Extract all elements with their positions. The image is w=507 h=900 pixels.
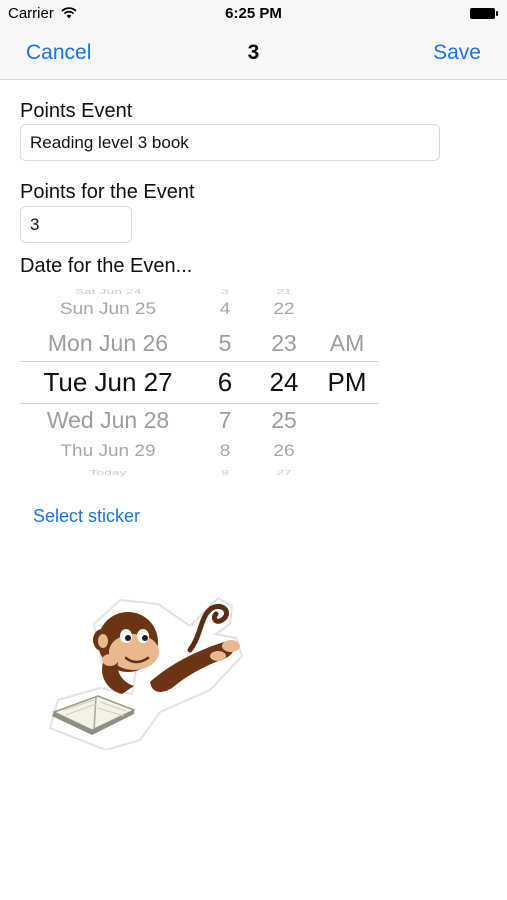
navigation-bar: Cancel 3 Save (0, 28, 507, 80)
picker-date-item[interactable]: Sat Jun 24 (20, 287, 196, 296)
select-sticker-button[interactable]: Select sticker (33, 506, 140, 527)
picker-hour-item[interactable]: 8 (206, 443, 244, 462)
picker-ampm-column[interactable]: AM PM (320, 286, 374, 478)
points-label: Points for the Event (20, 181, 195, 203)
picker-minute-item[interactable]: 22 (262, 301, 306, 320)
picker-date-item[interactable]: Thu Jun 29 (20, 443, 196, 462)
picker-minute-item[interactable]: 26 (262, 443, 306, 462)
picker-date-item[interactable]: Sun Jun 25 (20, 301, 196, 320)
date-label: Date for the Even... (20, 255, 193, 277)
date-time-picker[interactable]: Sat Jun 24 Sun Jun 25 Mon Jun 26 Tue Jun… (20, 286, 380, 478)
battery-icon (470, 8, 498, 19)
points-event-field[interactable]: Reading level 3 book (20, 124, 440, 161)
picker-date-item[interactable]: Mon Jun 26 (20, 330, 196, 357)
status-bar: Carrier 6:25 PM (0, 0, 507, 28)
picker-date-column[interactable]: Sat Jun 24 Sun Jun 25 Mon Jun 26 Tue Jun… (20, 286, 196, 478)
picker-minute-selected[interactable]: 24 (262, 367, 306, 398)
picker-hour-selected[interactable]: 6 (206, 367, 244, 398)
nav-title: 3 (247, 41, 260, 64)
picker-minute-item[interactable]: 23 (262, 330, 306, 357)
picker-hour-item[interactable]: 7 (206, 407, 244, 434)
status-time: 6:25 PM (225, 5, 282, 22)
picker-ampm-selected[interactable]: PM (320, 367, 374, 398)
picker-minute-item[interactable]: 21 (262, 287, 306, 296)
picker-minute-column[interactable]: 21 22 23 24 25 26 27 (262, 286, 306, 478)
picker-minute-item[interactable]: 25 (262, 407, 306, 434)
monkey-reading-sticker (48, 596, 244, 750)
picker-date-selected[interactable]: Tue Jun 27 (20, 367, 196, 398)
picker-hour-item[interactable]: 9 (206, 468, 244, 477)
picker-hour-item[interactable]: 4 (206, 301, 244, 320)
picker-hour-item[interactable]: 5 (206, 330, 244, 357)
points-event-label: Points Event (20, 100, 133, 122)
save-button[interactable]: Save (433, 41, 481, 65)
points-field[interactable]: 3 (20, 206, 132, 243)
app-screen: Carrier 6:25 PM Cancel 3 Save Points Eve… (0, 0, 507, 900)
picker-ampm-item[interactable]: AM (320, 330, 374, 357)
picker-hour-column[interactable]: 3 4 5 6 7 8 9 (206, 286, 244, 478)
picker-date-item[interactable]: Wed Jun 28 (20, 407, 196, 434)
picker-hour-item[interactable]: 3 (206, 287, 244, 296)
picker-date-item[interactable]: Today (20, 468, 196, 477)
picker-minute-item[interactable]: 27 (262, 468, 306, 477)
